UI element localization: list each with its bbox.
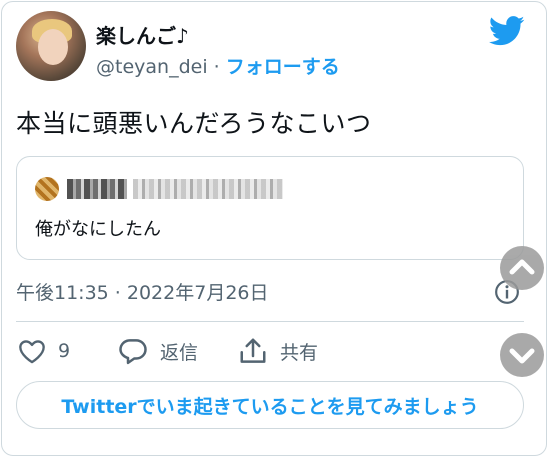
heart-icon <box>19 340 45 364</box>
chevron-up-icon <box>509 259 535 275</box>
quoted-tweet-text: 俺がなにしたん <box>35 219 161 240</box>
scroll-down-button[interactable] <box>500 333 544 377</box>
quoted-tweet[interactable]: 俺がなにしたん <box>16 156 524 260</box>
avatar-face <box>38 29 68 65</box>
like-button[interactable]: 9 <box>18 336 70 366</box>
reply-icon <box>119 339 147 365</box>
quoted-avatar-blurred <box>35 177 59 201</box>
tweet-text: 本当に頭悪いんだろうなこいつ <box>16 109 372 138</box>
reply-label: 返信 <box>160 341 199 364</box>
quoted-name-blurred <box>67 179 127 199</box>
tweet-timestamp[interactable]: 午後11:35 · 2022年7月26日 <box>16 278 269 305</box>
handle-separator: · <box>213 56 220 78</box>
chevron-down-icon <box>509 348 535 364</box>
author-handle-row: @teyan_dei · フォローする <box>96 52 340 79</box>
share-label: 共有 <box>280 341 319 364</box>
explore-twitter-button[interactable]: Twitterでいま起きていることを見てみましょう <box>16 381 524 429</box>
share-button[interactable]: 共有 <box>238 336 318 366</box>
like-count: 9 <box>58 340 71 362</box>
author-avatar[interactable] <box>16 11 86 81</box>
twitter-bird-icon[interactable] <box>489 16 525 46</box>
author-name[interactable]: 楽しんご♪ <box>96 20 189 49</box>
reply-button[interactable]: 返信 <box>118 336 198 366</box>
scroll-up-button[interactable] <box>500 246 544 290</box>
share-icon <box>240 338 266 363</box>
author-handle[interactable]: @teyan_dei <box>96 56 208 78</box>
divider <box>16 321 524 322</box>
follow-button[interactable]: フォローする <box>226 56 340 78</box>
quoted-handle-blurred <box>133 179 283 199</box>
